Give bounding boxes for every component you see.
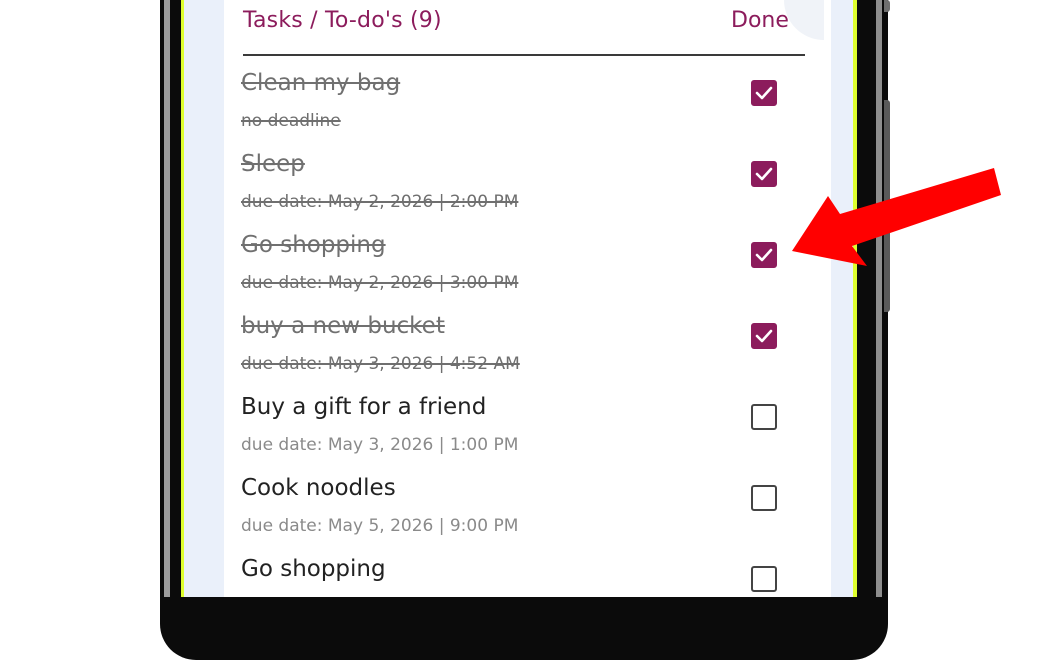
red-arrow-icon (792, 168, 1001, 266)
